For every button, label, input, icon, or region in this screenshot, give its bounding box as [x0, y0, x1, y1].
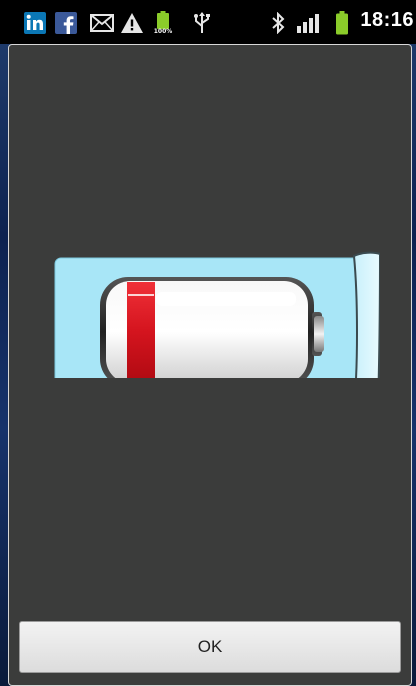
ok-button[interactable]: OK: [19, 621, 401, 673]
facebook-icon: [55, 11, 79, 35]
status-bar: 100% 18:16: [0, 0, 416, 44]
battery-percent-label: 100%: [153, 28, 173, 35]
warning-icon: [120, 11, 144, 35]
linkedin-icon: [24, 11, 46, 35]
clock: 18:16: [360, 9, 414, 31]
mail-icon: [90, 11, 114, 35]
signal-icon: [296, 11, 322, 35]
battery-icon: [334, 11, 350, 35]
battery-low-icon: [44, 208, 382, 410]
screen: 100% 18:16 OK: [0, 0, 416, 686]
battery-full-icon: 100%: [150, 11, 176, 35]
bluetooth-icon: [270, 11, 286, 35]
usb-icon: [193, 11, 211, 35]
